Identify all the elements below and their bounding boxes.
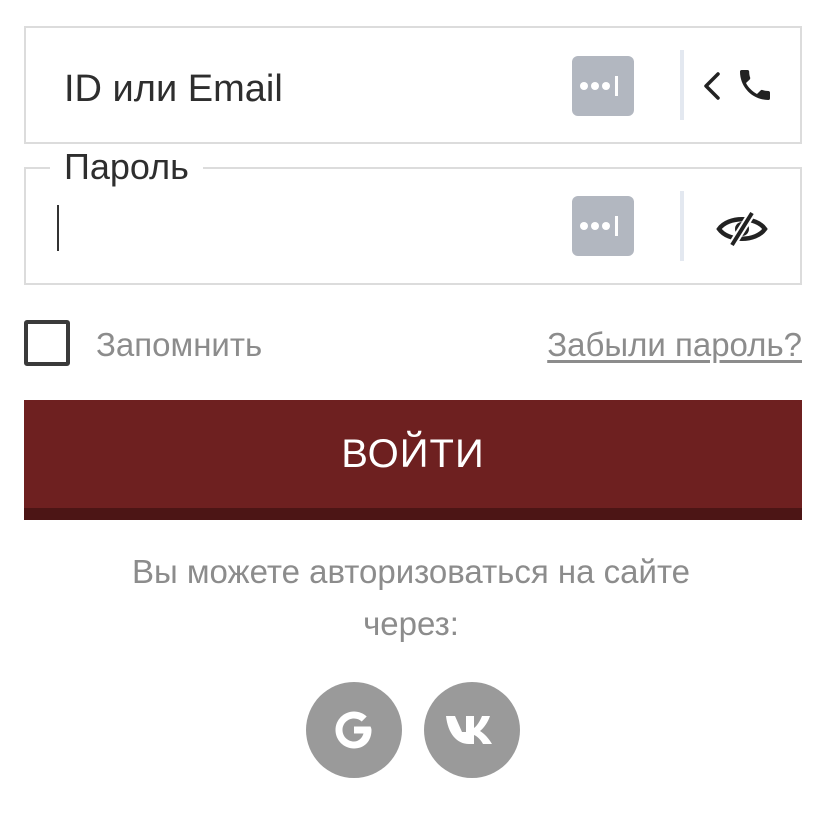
vk-login-button[interactable] <box>424 682 520 778</box>
phone-icon[interactable] <box>732 62 778 108</box>
password-label: Пароль <box>50 147 203 187</box>
dots-icon <box>580 216 618 236</box>
remember-label[interactable]: Запомнить <box>96 326 262 364</box>
google-login-button[interactable] <box>306 682 402 778</box>
eye-slash-icon[interactable] <box>714 205 770 253</box>
password-manager-icon[interactable] <box>572 196 634 256</box>
social-login-text-line1: Вы можете авторизоваться на сайте <box>131 553 691 590</box>
remember-row: Запомнить Забыли пароль? <box>24 320 802 368</box>
vk-icon <box>446 716 492 744</box>
field-divider <box>680 50 684 120</box>
login-placeholder: ID или Email <box>64 68 283 110</box>
password-manager-icon[interactable] <box>572 56 634 116</box>
text-cursor <box>57 205 59 251</box>
password-field[interactable]: Пароль <box>24 147 802 285</box>
chevron-left-icon[interactable] <box>698 66 726 106</box>
remember-checkbox[interactable] <box>24 320 70 366</box>
dots-icon <box>580 76 618 96</box>
social-login-text: Вы можете авторизоваться на сайте через: <box>0 546 822 650</box>
google-icon <box>335 711 372 749</box>
login-field[interactable]: ID или Email <box>24 26 802 144</box>
field-divider <box>680 191 684 261</box>
login-button[interactable]: ВОЙТИ <box>24 400 802 520</box>
forgot-password-link[interactable]: Забыли пароль? <box>547 326 802 364</box>
social-login-text-line2: через: <box>363 605 459 642</box>
